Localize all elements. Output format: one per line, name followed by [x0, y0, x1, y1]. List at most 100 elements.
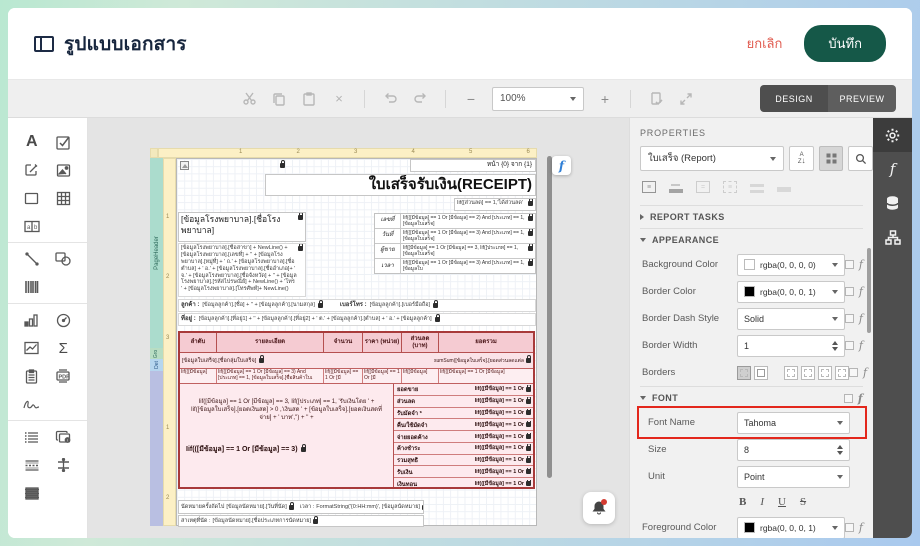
underline-button[interactable]: U: [778, 496, 786, 508]
preview-tab[interactable]: PREVIEW: [828, 85, 896, 112]
table-tool-icon[interactable]: [54, 189, 72, 207]
richtext-tool-icon[interactable]: [23, 161, 41, 179]
border-color-dropdown[interactable]: rgba(0, 0, 0, 1): [737, 280, 845, 303]
property-checkbox[interactable]: [844, 523, 854, 532]
col-header-unit-price[interactable]: ราคา (หน่วย): [363, 333, 402, 352]
vertical-spacer-tool-icon[interactable]: [54, 456, 72, 474]
bold-button[interactable]: B: [739, 496, 746, 508]
sparkline-tool-icon[interactable]: [23, 339, 41, 357]
border-width-stepper[interactable]: 1: [737, 334, 845, 357]
subreport-tool-icon[interactable]: i: [54, 428, 72, 446]
col-header-total[interactable]: ยอดรวม: [439, 333, 533, 352]
math-formula-tool-icon[interactable]: Σ: [54, 339, 72, 357]
col-header-qty[interactable]: จำนวน: [324, 333, 363, 352]
expression-fx-button[interactable]: f: [552, 156, 571, 175]
page-break-tool-icon[interactable]: [23, 456, 41, 474]
address-row[interactable]: ที่อยู่ : [ข้อมูลลูกค้า].[ที่อยู่1] + ''…: [178, 313, 536, 326]
component-selector[interactable]: ใบเสร็จ (Report): [640, 146, 785, 171]
condition-expression[interactable]: Iif(([มีข้อมูล] == 1 Or [มีข้อมูล] == 3): [186, 444, 306, 455]
sort-az-button[interactable]: A Z↓: [789, 146, 814, 171]
property-checkbox[interactable]: [843, 393, 853, 403]
fullscreen-icon[interactable]: [677, 90, 695, 108]
receipt-info-row[interactable]: เวลา Iif(([มีข้อมูล] == 1 Or [มีข้อมูล] …: [375, 259, 535, 273]
line-tool-icon[interactable]: [23, 250, 41, 268]
zoom-level-select[interactable]: 100%: [492, 86, 584, 111]
summary-row[interactable]: ยอดขาย Iif(([มีข้อมูล] == 1 Or: [394, 384, 533, 396]
redo-icon[interactable]: [411, 90, 429, 108]
clipboard-tool-icon[interactable]: [23, 367, 41, 385]
foreground-color-dropdown[interactable]: rgba(0, 0, 0, 1): [737, 516, 845, 538]
customer-row[interactable]: ลูกค้า : [ข้อมูลลูกค้า].[ชื่อ] + '' + [ข…: [178, 299, 536, 312]
band-detail[interactable]: Det: [150, 359, 163, 371]
summary-row[interactable]: ค้างชำระ Iif(([มีข้อมูล] == 1 Or: [394, 443, 533, 455]
checkbox-tool-icon[interactable]: [54, 133, 72, 151]
paste-icon[interactable]: [300, 90, 318, 108]
band-footer[interactable]: [150, 371, 163, 526]
border-dash-dropdown[interactable]: Solid: [737, 307, 845, 330]
dashed-box-icon[interactable]: ≡: [723, 181, 737, 193]
payment-expression-cell[interactable]: Iif([มีข้อมูล] == 1 Or [มีข้อมูล] == 3, …: [180, 384, 394, 487]
col-header-detail[interactable]: รายละเอียด: [217, 333, 324, 352]
hospital-address-field[interactable]: [ข้อมูลโรงพยาบาล].[ชื่อสาขา] + NewLine()…: [178, 243, 306, 297]
items-table[interactable]: ลำดับ รายละเอียด จำนวน ราคา (หน่วย) ส่วน…: [178, 331, 535, 489]
report-page[interactable]: หน้า {0} จาก {1} ใบเสร็จรับเงิน(RECEIPT)…: [176, 158, 537, 527]
appointment-reason-row[interactable]: สาเหตุที่นัด : [ข้อมูลนัดหมาย].[ชื่อประเ…: [178, 515, 424, 527]
columns-tool-icon[interactable]: ab: [23, 217, 41, 235]
property-checkbox[interactable]: [844, 287, 854, 296]
cut-icon[interactable]: [240, 90, 258, 108]
font-name-dropdown[interactable]: Tahoma: [737, 411, 850, 434]
save-button[interactable]: บันทึก: [804, 25, 886, 62]
fx-icon[interactable]: f: [859, 286, 863, 297]
check-report-icon[interactable]: [647, 90, 665, 108]
border-right-button[interactable]: [835, 365, 849, 380]
copy-icon[interactable]: [270, 90, 288, 108]
fx-icon[interactable]: f: [859, 522, 863, 533]
fx-icon[interactable]: f: [859, 313, 863, 324]
notification-bell-button[interactable]: [583, 492, 615, 524]
rail-properties-tab[interactable]: [873, 118, 912, 152]
zoom-out-icon[interactable]: −: [462, 90, 480, 108]
design-tab[interactable]: DESIGN: [760, 85, 828, 112]
border-top-button[interactable]: [784, 365, 798, 380]
col-header-no[interactable]: ลำดับ: [180, 333, 217, 352]
font-size-stepper[interactable]: 8: [737, 438, 850, 461]
shape-tool-icon[interactable]: [54, 250, 72, 268]
hospital-name-field[interactable]: [ข้อมูลโรงพยาบาล].[ชื่อโรงพยาบาล]: [178, 212, 306, 242]
report-title-field[interactable]: ใบเสร็จรับเงิน(RECEIPT): [265, 174, 536, 196]
property-checkbox[interactable]: [844, 260, 854, 269]
unit-dropdown[interactable]: Point: [737, 465, 850, 488]
strikethrough-button[interactable]: S: [800, 496, 806, 508]
signature-tool-icon[interactable]: [23, 395, 41, 413]
fx-icon[interactable]: f: [863, 367, 867, 378]
category-view-button[interactable]: [818, 146, 844, 171]
text-format-icon[interactable]: ≡: [642, 181, 656, 193]
section-appearance[interactable]: APPEARANCE: [640, 229, 873, 251]
zoom-in-icon[interactable]: +: [596, 90, 614, 108]
detail-row[interactable]: Iif(([มีข้อมูล] Iif(([มีข้อมูล] == 1 Or …: [180, 369, 533, 384]
bar-icon[interactable]: [777, 186, 791, 192]
section-report-tasks[interactable]: REPORT TASKS: [640, 206, 873, 228]
summary-row[interactable]: ส่วนลด Iif(([มีข้อมูล] == 1 Or: [394, 396, 533, 408]
receipt-info-row[interactable]: วันที่ Iif(([มีข้อมูล] == 1 Or [มีข้อมูล…: [375, 229, 535, 244]
search-properties-button[interactable]: [848, 146, 873, 171]
pdf-export-tool-icon[interactable]: PDF: [54, 367, 72, 385]
receipt-info-row[interactable]: เลขที่ Iif(([มีข้อมูล] == 1 Or [มีข้อมูล…: [375, 214, 535, 229]
italic-button[interactable]: I: [760, 496, 764, 508]
summary-row[interactable]: รับมัดจำ * Iif(([มีข้อมูล] == 1 Or: [394, 408, 533, 420]
appointment-row[interactable]: นัดหมายครั้งถัดไป [ข้อมูลนัดหมาย].[วันที…: [178, 500, 424, 514]
align-bottom-icon[interactable]: [669, 181, 683, 193]
rail-structure-tab[interactable]: [873, 220, 912, 254]
chart-tool-icon[interactable]: [23, 311, 41, 329]
summary-row[interactable]: รวมสุทธิ Iif(([มีข้อมูล] == 1 Or: [394, 455, 533, 467]
fx-icon[interactable]: f: [859, 340, 863, 351]
properties-scrollbar[interactable]: [867, 248, 871, 333]
delete-icon[interactable]: ×: [330, 90, 348, 108]
layout-icon[interactable]: =: [696, 181, 710, 193]
data-band-tool-icon[interactable]: [23, 428, 41, 446]
border-all-button[interactable]: [737, 365, 751, 380]
receipt-info-table[interactable]: เลขที่ Iif(([มีข้อมูล] == 1 Or [มีข้อมูล…: [374, 213, 536, 274]
fx-icon[interactable]: f: [859, 259, 863, 270]
summary-row[interactable]: จ่ายยอดค้าง Iif(([มีข้อมูล] == 1 Or: [394, 431, 533, 443]
page-number-field[interactable]: หน้า {0} จาก {1}: [410, 159, 536, 172]
cancel-button[interactable]: ยกเลิก: [747, 33, 783, 54]
